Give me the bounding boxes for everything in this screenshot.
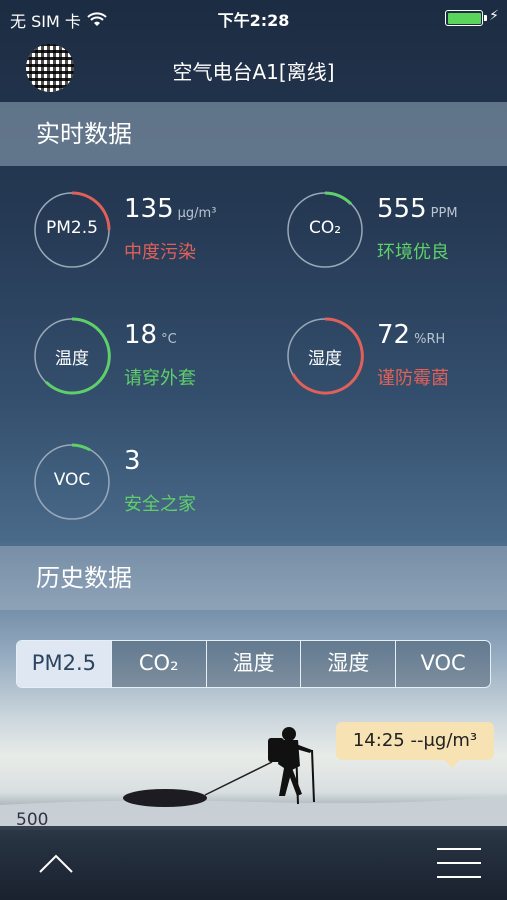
metric-value: 135 μg/m³ — [124, 194, 217, 224]
metric-voc[interactable]: VOC 3 安全之家 — [32, 442, 272, 526]
tab-humidity[interactable]: 湿度 — [301, 641, 397, 687]
battery-fill — [447, 12, 481, 24]
metric-label: 温度 — [55, 349, 89, 369]
metric-status: 中度污染 — [124, 242, 196, 263]
battery-icon — [445, 10, 487, 26]
chevron-up-icon[interactable] — [38, 848, 74, 878]
metric-value: 3 — [124, 446, 141, 476]
realtime-header: 实时数据 — [0, 102, 507, 166]
nav-bar: 空气电台A1[离线] — [0, 34, 507, 100]
charging-bolt-icon: ⚡ — [489, 8, 499, 24]
bottom-bar — [0, 826, 507, 900]
metric-status: 谨防霉菌 — [377, 368, 449, 389]
menu-icon[interactable] — [437, 846, 481, 880]
metric-co2[interactable]: CO₂ 555 PPM 环境优良 — [285, 190, 507, 274]
metric-status: 环境优良 — [377, 242, 449, 263]
status-time: 下午2:28 — [217, 11, 290, 30]
status-bar: 无 SIM 卡 下午2:28 ⚡ — [0, 0, 507, 34]
hiker-background-image — [0, 727, 507, 830]
metric-label: PM2.5 — [46, 218, 98, 238]
history-tabs: PM2.5 CO₂ 温度 湿度 VOC — [16, 640, 491, 688]
history-header: 历史数据 — [0, 546, 507, 610]
metric-pm25[interactable]: PM2.5 135 μg/m³ 中度污染 — [32, 190, 272, 274]
metric-value: 18 °C — [124, 320, 177, 350]
tab-temperature[interactable]: 温度 — [206, 641, 302, 687]
metric-label: VOC — [53, 470, 91, 490]
metric-humidity[interactable]: 湿度 72 %RH 谨防霉菌 — [285, 316, 507, 400]
metric-temperature[interactable]: 温度 18 °C 请穿外套 — [32, 316, 272, 400]
tab-voc[interactable]: VOC — [396, 641, 490, 687]
metric-label: 湿度 — [308, 349, 342, 369]
metric-label: CO₂ — [308, 218, 342, 238]
metric-value: 555 PPM — [377, 194, 458, 224]
tab-co2[interactable]: CO₂ — [111, 641, 207, 687]
page-title: 空气电台A1[离线] — [172, 60, 335, 84]
chart-tooltip: 14:25 --μg/m³ — [336, 722, 494, 768]
metric-status: 安全之家 — [124, 494, 196, 515]
metric-value: 72 %RH — [377, 320, 446, 350]
metric-status: 请穿外套 — [124, 368, 196, 389]
tab-pm25[interactable]: PM2.5 — [17, 641, 112, 687]
